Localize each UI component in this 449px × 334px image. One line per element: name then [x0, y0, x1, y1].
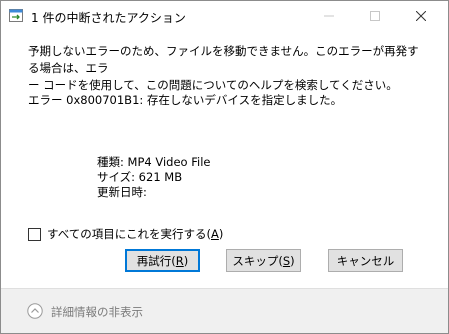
window-title: 1 件の中断されたアクション — [31, 11, 186, 25]
close-button[interactable] — [398, 1, 444, 31]
file-modified: 更新日時: — [97, 185, 147, 199]
file-details: 種類: MP4 Video File サイズ: 621 MB 更新日時: — [97, 155, 210, 200]
hide-details-link[interactable]: 詳細情報の非表示 — [51, 304, 143, 320]
chevron-up-circle-icon[interactable] — [27, 303, 43, 319]
file-transfer-icon — [9, 9, 23, 22]
apply-to-all-checkbox[interactable] — [28, 227, 41, 241]
close-icon — [416, 11, 426, 21]
title-bar[interactable]: 1 件の中断されたアクション — [1, 1, 448, 32]
file-size: サイズ: 621 MB — [97, 170, 183, 184]
error-message: 予期しないエラーのため、ファイルを移動できません。このエラーが再発する場合は、エ… — [28, 43, 428, 94]
minimize-button[interactable] — [306, 1, 352, 31]
maximize-button[interactable] — [352, 1, 398, 31]
cancel-button[interactable]: キャンセル — [328, 249, 403, 272]
maximize-icon — [370, 11, 380, 21]
retry-button[interactable]: 再試行(R) — [125, 249, 200, 272]
file-type: 種類: MP4 Video File — [97, 155, 211, 169]
apply-to-all-checkbox-row[interactable]: すべての項目にこれを実行する(A) — [28, 226, 223, 242]
dialog-window: 1 件の中断されたアクション 予期しないエラーのため、ファイルを移動できません。… — [0, 0, 449, 334]
message-line-2: ー コードを使用して、この問題についてのヘルプを検索してください。 — [28, 78, 398, 92]
message-line-1: 予期しないエラーのため、ファイルを移動できません。このエラーが再発する場合は、エ… — [28, 44, 419, 75]
details-footer: 詳細情報の非表示 — [1, 289, 448, 333]
apply-to-all-label[interactable]: すべての項目にこれを実行する(A) — [47, 226, 223, 242]
error-code-line: エラー 0x800701B1: 存在しないデバイスを指定しました。 — [28, 93, 343, 107]
skip-button[interactable]: スキップ(S) — [226, 249, 301, 272]
minimize-icon — [324, 15, 334, 17]
